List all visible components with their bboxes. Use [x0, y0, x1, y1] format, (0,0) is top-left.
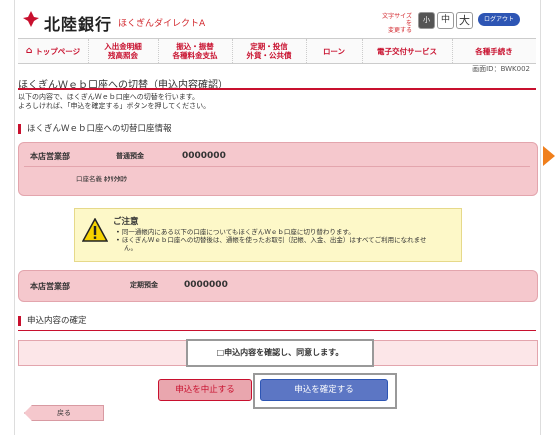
caution-line-1: • 同一通帳内にある以下の口座についてもほくぎんＷｅｂ口座に切り替わります。 [116, 228, 355, 236]
agree-checkbox[interactable]: □申込内容を確認し、同意します。 [186, 339, 374, 367]
next-arrow-icon [543, 146, 555, 166]
font-size-large-button[interactable]: 大 [456, 12, 473, 29]
account-card-2 [18, 270, 538, 302]
nav-item-transfers[interactable]: 振込・振替 各種料金支払 [158, 39, 233, 63]
account-card-1 [18, 142, 538, 196]
confirm-section-heading: 申込内容の確定 [18, 316, 87, 326]
bank-logo-icon [23, 11, 39, 27]
warning-icon [82, 218, 108, 242]
intro-text: 以下の内容で、ほくぎんＷｅｂ口座への切替を行います。 よろしければ、「申込を確定… [18, 93, 211, 110]
caution-line-2: • ほくぎんＷｅｂ口座への切替後は、通帳を使ったお取引（記帳、入金、出金）はすべ… [116, 236, 427, 244]
back-button[interactable]: 戻る [24, 405, 104, 421]
caution-title: ご注意 [113, 217, 139, 227]
account-1-type: 普通預金 [116, 152, 144, 160]
confirm-application-button[interactable]: 申込を確定する [260, 379, 388, 401]
account-2-number: 0000000 [184, 280, 228, 290]
nav-item-procedures[interactable]: 各種手続き [452, 39, 536, 63]
title-divider [18, 88, 536, 90]
account-1-branch: 本店営業部 [30, 152, 70, 161]
nav-item-statements[interactable]: 入出金明細 残高照会 [88, 39, 159, 63]
caution-line-3: ん。 [124, 244, 137, 252]
home-icon: ⌂ [25, 45, 33, 56]
account-2-branch: 本店営業部 [30, 282, 70, 291]
account-1-name-value: ﾎｸﾘｸﾀﾛｳ [104, 175, 127, 183]
nav-item-label: トップページ [35, 46, 81, 56]
confirm-divider [18, 330, 536, 331]
nav-item-loans[interactable]: ローン [306, 39, 363, 63]
account-1-divider [24, 166, 530, 167]
screen-id: 画面ID：BWK002 [472, 65, 530, 73]
cancel-application-button[interactable]: 申込を中止する [158, 379, 252, 401]
logout-button[interactable]: ログアウト [478, 13, 520, 26]
font-size-medium-button[interactable]: 中 [437, 12, 454, 29]
bank-name: 北陸銀行 [44, 15, 113, 34]
nav-item-deposits[interactable]: 定期・投信 外貨・公共債 [232, 39, 307, 63]
account-section-heading: ほくぎんＷｅｂ口座への切替口座情報 [18, 124, 172, 134]
font-size-small-button[interactable]: 小 [418, 12, 435, 29]
font-size-label: 文字サイズを 変更する [382, 13, 412, 34]
global-nav: ⌂ トップページ 入出金明細 残高照会 振込・振替 各種料金支払 定期・投信 外… [18, 38, 536, 64]
service-name: ほくぎんダイレクトA [118, 19, 206, 29]
account-1-number: 0000000 [182, 151, 226, 161]
nav-item-top[interactable]: ⌂ トップページ [18, 39, 89, 63]
account-1-name-label: 口座名義 [76, 175, 102, 183]
nav-item-e-delivery[interactable]: 電子交付サービス [362, 39, 453, 63]
account-2-type: 定期預金 [130, 281, 158, 289]
